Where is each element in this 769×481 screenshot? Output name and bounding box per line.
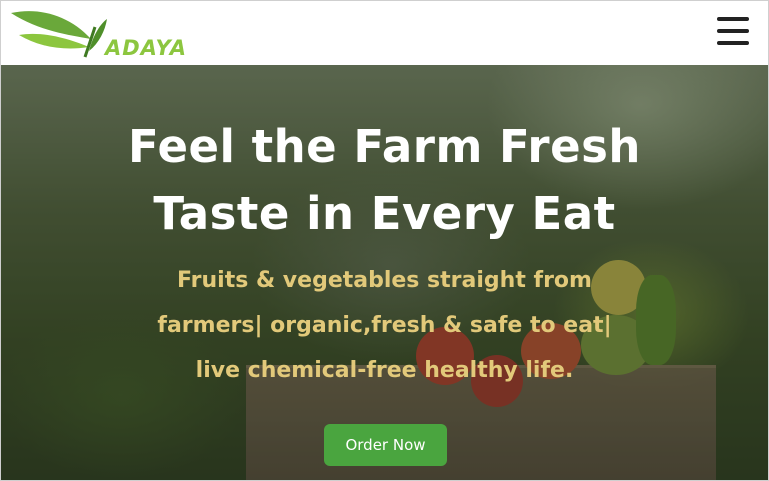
hero-subtitle: Fruits & vegetables straight from farmer… <box>121 258 648 393</box>
leaf-logo-icon <box>11 11 107 58</box>
logo-link[interactable]: ADAYA <box>9 5 209 61</box>
menu-bar-middle <box>717 29 749 33</box>
hero-banner: Feel the Farm Fresh Taste in Every Eat F… <box>1 65 768 480</box>
logo-text: ADAYA <box>105 36 187 60</box>
hero-subtitle-line: live chemical-free healthy life. <box>195 358 574 383</box>
menu-bar-bottom <box>717 41 749 45</box>
order-now-button[interactable]: Order Now <box>324 424 447 466</box>
site-header: ADAYA <box>1 1 768 65</box>
hero-title-line: Taste in Every Eat <box>153 187 616 240</box>
hero-title: Feel the Farm Fresh Taste in Every Eat <box>1 113 768 247</box>
hero-content: Feel the Farm Fresh Taste in Every Eat F… <box>1 65 768 480</box>
hero-subtitle-line: farmers| organic,fresh & safe to eat| <box>157 313 612 338</box>
menu-bar-top <box>717 17 749 21</box>
hamburger-menu-button[interactable] <box>717 17 749 45</box>
hero-title-line: Feel the Farm Fresh <box>128 120 641 173</box>
hero-subtitle-line: Fruits & vegetables straight from <box>177 268 592 293</box>
